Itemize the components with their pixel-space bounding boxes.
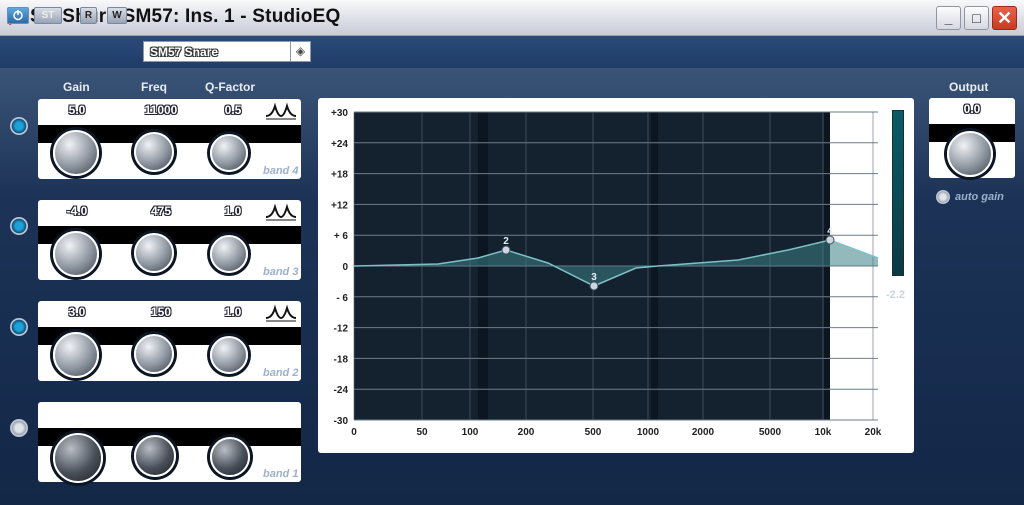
band2-q-value: 1.0: [224, 305, 242, 319]
power-icon: [13, 10, 23, 21]
preset-menu-icon[interactable]: ◈: [290, 42, 310, 61]
band3-q-knob[interactable]: [210, 235, 248, 273]
band3-enable-button[interactable]: [10, 217, 28, 235]
preset-selector[interactable]: SM57 Snare ◈: [143, 41, 311, 62]
meter-peak-value: -2.2: [886, 289, 905, 301]
band2-freq-value: 150: [150, 305, 172, 319]
band2-freq-knob[interactable]: [134, 334, 174, 374]
x-tick-label: 500: [585, 427, 602, 438]
band2-gain-value: 3.0: [68, 305, 86, 319]
band2-enable-button[interactable]: [10, 318, 28, 336]
band3-label: band 3: [263, 266, 299, 278]
band1-enable-button[interactable]: [10, 419, 28, 437]
y-tick-label: - 6: [336, 293, 348, 304]
filter-type-icon[interactable]: [264, 303, 298, 323]
q-column-label: Q-Factor: [205, 80, 256, 94]
band1-freq-knob[interactable]: [134, 435, 176, 477]
y-tick-label: -30: [334, 416, 349, 427]
band3-freq-value: 475: [150, 204, 172, 218]
y-tick-label: +24: [331, 139, 348, 150]
x-tick-label: 50: [416, 427, 428, 438]
auto-gain-button[interactable]: [936, 190, 950, 204]
y-tick-label: -12: [334, 324, 349, 335]
output-label: Output: [949, 80, 989, 94]
band3-gain-knob[interactable]: [53, 231, 99, 277]
y-tick-label: +30: [331, 108, 348, 119]
bypass-button[interactable]: [7, 7, 29, 24]
band-node-label: 4: [827, 226, 833, 237]
close-button[interactable]: ✕: [992, 6, 1017, 30]
x-tick-label: 2000: [692, 427, 715, 438]
band4-gain-knob[interactable]: [53, 130, 99, 176]
band4-enable-button[interactable]: [10, 117, 28, 135]
x-tick-label: 200: [518, 427, 535, 438]
band1-gain-knob[interactable]: [53, 433, 103, 483]
y-tick-label: +12: [331, 200, 348, 211]
x-tick-label: 100: [462, 427, 479, 438]
band3-q-value: 1.0: [224, 204, 242, 218]
maximize-button[interactable]: □: [964, 6, 989, 30]
auto-gain-label: auto gain: [955, 191, 1004, 203]
y-tick-label: -18: [334, 354, 349, 365]
y-tick-label: + 6: [334, 231, 349, 242]
st-button[interactable]: ST: [34, 7, 62, 24]
band3-freq-knob[interactable]: [134, 233, 174, 273]
title-bar: SN Shure SM57: Ins. 1 - StudioEQ _ □ ✕: [0, 0, 1024, 36]
band4-freq-value: 11000: [144, 103, 178, 117]
band4-q-value: 0.5: [224, 103, 242, 117]
x-tick-label: 20k: [865, 427, 882, 438]
band-node-label: 3: [591, 272, 597, 283]
x-tick-label: 1000: [637, 427, 660, 438]
band2-label: band 2: [263, 367, 299, 379]
y-tick-label: -24: [334, 385, 349, 396]
output-level-meter: [892, 110, 904, 276]
eq-curve-chart[interactable]: +30+24+18+12+ 60- 6-12-18-24-300 50 100 200…: [318, 98, 914, 453]
filter-type-icon[interactable]: [264, 202, 298, 222]
x-tick-label: 5000: [759, 427, 782, 438]
band-node-3[interactable]: [589, 281, 599, 291]
band4-gain-value: 5.0: [68, 103, 86, 117]
gain-column-label: Gain: [63, 80, 90, 94]
band2-q-knob[interactable]: [210, 336, 248, 374]
band1-q-knob[interactable]: [210, 437, 250, 477]
band3-gain-value: -4.0: [66, 204, 88, 218]
x-tick-label: 0: [351, 427, 357, 438]
band4-q-knob[interactable]: [210, 134, 248, 172]
output-gain-knob[interactable]: [947, 131, 993, 177]
band-node-4[interactable]: [825, 235, 835, 245]
minimize-button[interactable]: _: [936, 6, 961, 30]
band4-label: band 4: [263, 165, 299, 177]
band2-gain-knob[interactable]: [53, 332, 99, 378]
window-title: SN Shure SM57: Ins. 1 - StudioEQ: [30, 6, 341, 27]
x-tick-label: 10k: [815, 427, 832, 438]
band-node-label: 2: [503, 236, 509, 247]
y-tick-label: +18: [331, 170, 348, 181]
band1-label: band 1: [263, 468, 299, 480]
output-gain-value: 0.0: [963, 102, 981, 116]
write-automation-button[interactable]: W: [107, 7, 127, 24]
filter-type-icon[interactable]: [264, 101, 298, 121]
band4-freq-knob[interactable]: [134, 132, 174, 172]
y-tick-label: 0: [342, 262, 348, 273]
read-automation-button[interactable]: R: [80, 7, 97, 24]
band-node-2[interactable]: [501, 245, 511, 255]
freq-column-label: Freq: [141, 80, 168, 94]
preset-name: SM57 Snare: [150, 45, 219, 59]
